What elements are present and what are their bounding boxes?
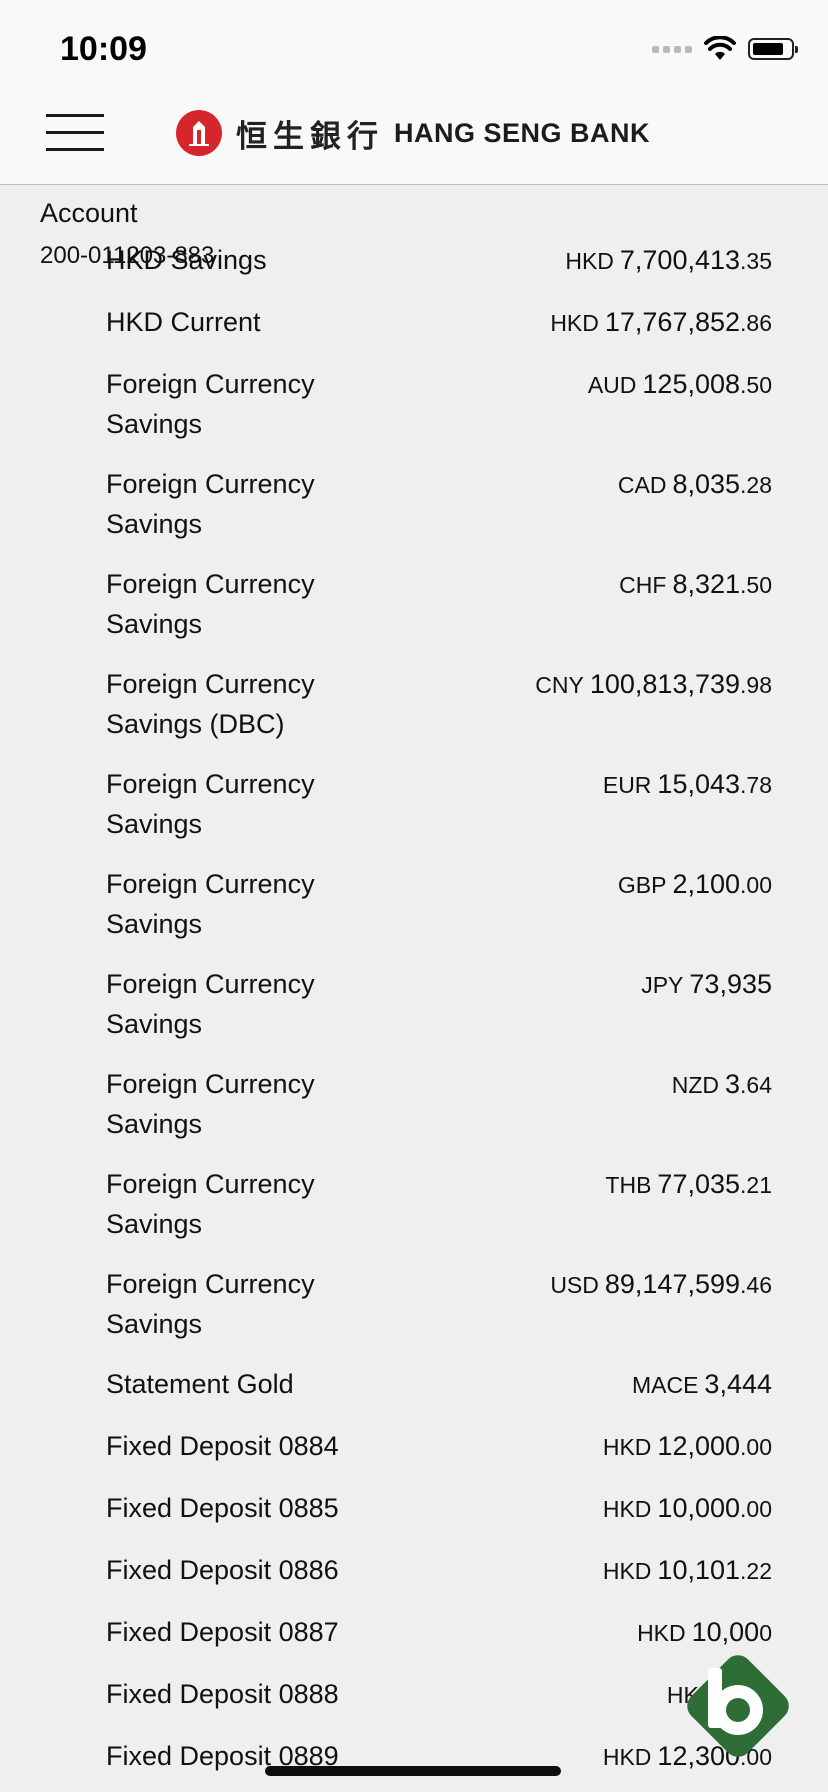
account-row-name: Foreign Currency Savings (DBC)	[106, 669, 315, 739]
amount-whole: 100,813,739	[589, 669, 741, 699]
amount-whole: 10,00	[691, 1617, 760, 1647]
logo-english-text: HANG SENG BANK	[394, 117, 651, 148]
account-row-name: Foreign Currency Savings	[106, 1269, 315, 1339]
logo-chinese-text: 恒生銀行	[236, 118, 384, 155]
currency-code: HKD	[565, 248, 614, 274]
currency-code: HKD	[602, 1558, 652, 1584]
currency-code: THB	[605, 1172, 652, 1198]
account-row-name: HKD Current	[106, 307, 261, 337]
amount-whole: 89,147,599	[604, 1269, 741, 1299]
amount-whole: 8,321	[672, 569, 741, 599]
account-row-amount: HKD 7,700,413.35	[565, 240, 772, 281]
amount-decimal: .78	[740, 772, 772, 798]
account-row-name: HKD Savings	[106, 245, 267, 275]
currency-code: GBP	[617, 872, 667, 898]
amount-whole: 8,035	[672, 469, 741, 499]
currency-code: NZD	[671, 1072, 719, 1098]
account-row-name: Foreign Currency Savings	[106, 1169, 315, 1239]
account-row-name: Fixed Deposit 0884	[106, 1431, 339, 1461]
amount-whole: 17,767,852	[604, 307, 741, 337]
bank-emblem-icon	[176, 110, 222, 156]
account-row-amount: AUD 125,008.50	[588, 364, 772, 405]
currency-code: HKD	[602, 1744, 652, 1770]
currency-code: HKD	[602, 1434, 652, 1460]
currency-code: CAD	[617, 472, 667, 498]
account-row-amount: USD 89,147,599.46	[550, 1264, 772, 1305]
bank-logo: 恒生銀行 HANG SENG BANK	[176, 110, 650, 156]
app-header: 10:09 恒生銀行 HANG SENG BANK	[0, 0, 828, 185]
currency-code: HKD	[602, 1496, 652, 1522]
amount-decimal: .46	[740, 1272, 772, 1298]
amount-decimal: .86	[740, 310, 772, 336]
account-row-name: Statement Gold	[106, 1369, 294, 1399]
amount-decimal: .50	[740, 372, 772, 398]
currency-code: MACE	[631, 1372, 699, 1398]
amount-whole: 125,008	[642, 369, 741, 399]
currency-code: HKD	[637, 1620, 686, 1646]
account-row-name: Foreign Currency Savings	[106, 569, 315, 639]
account-row-amount: CAD 8,035.28	[618, 464, 772, 505]
account-row-amount: NZD 3.64	[672, 1064, 772, 1105]
account-row-name: Foreign Currency Savings	[106, 869, 315, 939]
currency-code: USD	[550, 1272, 599, 1298]
amount-whole: 10,101	[657, 1555, 741, 1585]
amount-whole: 2,100	[672, 869, 741, 899]
account-row-amount: HKD 12,000.00	[603, 1426, 772, 1467]
account-row-amount: CHF 8,321.50	[619, 564, 772, 605]
amount-whole: 77,035	[657, 1169, 741, 1199]
account-row-name: Foreign Currency Savings	[106, 469, 315, 539]
status-icons	[652, 34, 798, 64]
wifi-icon	[704, 36, 736, 60]
cellular-signal-icon	[652, 45, 692, 53]
amount-decimal: .64	[740, 1072, 772, 1098]
account-row-amount: HKD 10,000.00	[603, 1488, 772, 1529]
amount-decimal: .28	[740, 472, 772, 498]
amount-decimal: 0	[759, 1620, 772, 1646]
amount-decimal: .00	[740, 1496, 772, 1522]
account-row-amount: HKD 17,767,852.86	[550, 302, 772, 343]
amount-whole: 7,700,413	[619, 245, 741, 275]
account-row-name: Foreign Currency Savings	[106, 369, 315, 439]
account-label: Account	[40, 198, 138, 228]
amount-decimal: .50	[740, 572, 772, 598]
amount-whole: 12,000	[657, 1431, 741, 1461]
currency-code: JPY	[641, 972, 684, 998]
account-row-amount: GBP 2,100.00	[618, 864, 772, 905]
account-row-amount: JPY 73,935	[641, 964, 772, 1005]
home-indicator[interactable]	[265, 1766, 561, 1776]
amount-decimal: .21	[740, 1172, 772, 1198]
amount-decimal: .22	[740, 1558, 772, 1584]
account-row-name: Foreign Currency Savings	[106, 769, 315, 839]
currency-code: CNY	[535, 672, 584, 698]
account-row-name: Fixed Deposit 0885	[106, 1493, 339, 1523]
currency-code: HKD	[550, 310, 599, 336]
account-row-amount: MACE 3,444	[632, 1364, 772, 1405]
account-row-name: Fixed Deposit 0886	[106, 1555, 339, 1585]
currency-code: CHF	[619, 572, 667, 598]
account-row-amount: HKD 10,101.22	[603, 1550, 772, 1591]
account-row-name: Foreign Currency Savings	[106, 1069, 315, 1139]
amount-whole: 10,000	[657, 1493, 741, 1523]
account-row-name: Fixed Deposit 0887	[106, 1617, 339, 1647]
currency-code: AUD	[587, 372, 637, 398]
account-row-name: Foreign Currency Savings	[106, 969, 315, 1039]
amount-decimal: .00	[740, 1434, 772, 1460]
amount-whole: 15,043	[657, 769, 741, 799]
amount-whole: 3,444	[704, 1369, 772, 1399]
b-logo-icon[interactable]	[676, 1644, 800, 1768]
account-row-amount: THB 77,035.21	[605, 1164, 772, 1205]
account-row-name: Fixed Deposit 0888	[106, 1679, 339, 1709]
amount-decimal: .35	[740, 248, 772, 274]
amount-whole: 3	[724, 1069, 741, 1099]
amount-decimal: .98	[740, 672, 772, 698]
battery-icon	[748, 38, 798, 60]
account-row-amount: CNY 100,813,739.98	[535, 664, 772, 705]
status-time: 10:09	[60, 30, 147, 68]
currency-code: EUR	[602, 772, 652, 798]
hamburger-menu-icon[interactable]	[46, 114, 104, 152]
amount-whole: 73,935	[689, 969, 772, 999]
amount-decimal: .00	[740, 872, 772, 898]
account-row-amount: EUR 15,043.78	[603, 764, 772, 805]
